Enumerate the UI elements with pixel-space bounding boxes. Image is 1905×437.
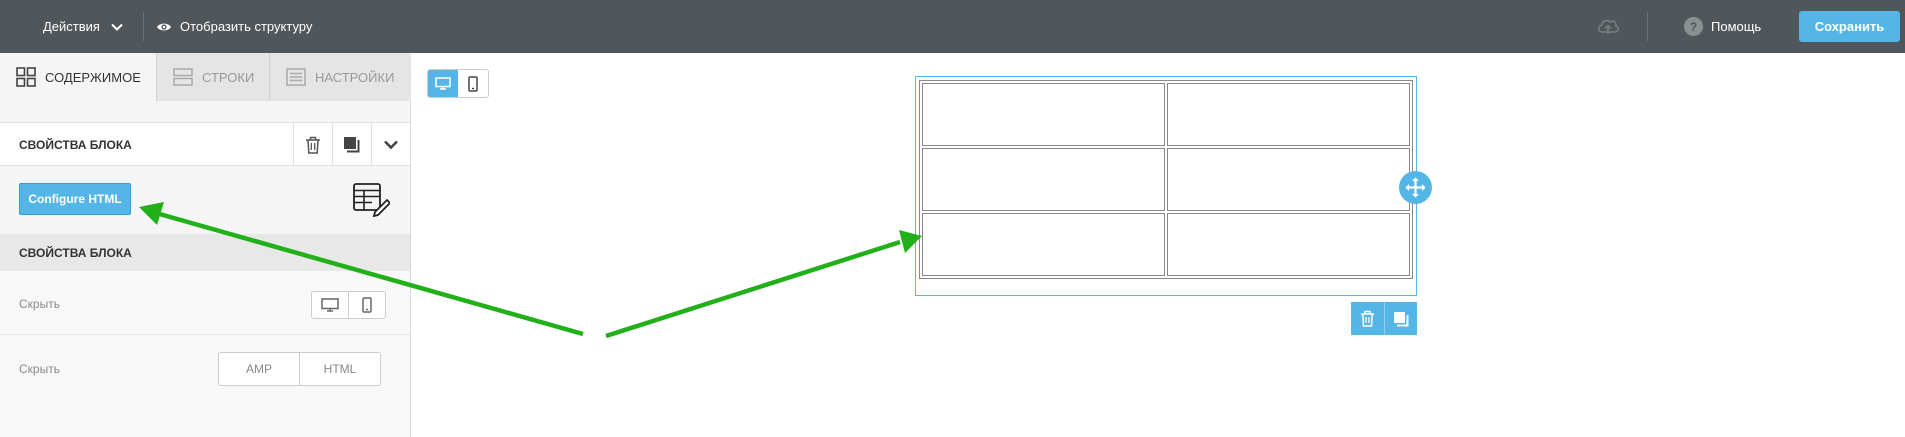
help-button[interactable]: ? Помощь bbox=[1684, 0, 1761, 53]
duplicate-button[interactable] bbox=[1384, 302, 1417, 335]
trash-icon bbox=[1361, 310, 1374, 327]
cloud-upload-icon[interactable] bbox=[1596, 15, 1620, 37]
mobile-toggle[interactable] bbox=[348, 292, 385, 318]
tab-content[interactable]: СОДЕРЖИМОЕ bbox=[0, 53, 156, 101]
hide-label: Скрыть bbox=[19, 362, 60, 376]
move-handle[interactable] bbox=[1399, 171, 1432, 204]
type-visibility-toggle: AMP HTML bbox=[218, 352, 381, 386]
table-cell[interactable] bbox=[922, 148, 1165, 211]
mobile-view-button[interactable] bbox=[458, 70, 488, 97]
table-row bbox=[922, 213, 1410, 276]
delete-block-button[interactable] bbox=[293, 123, 331, 166]
tab-settings[interactable]: НАСТРОЙКИ bbox=[269, 53, 411, 101]
settings-icon bbox=[286, 68, 306, 86]
desktop-icon bbox=[321, 298, 339, 312]
collapse-button[interactable] bbox=[371, 123, 409, 166]
table-cell[interactable] bbox=[1167, 148, 1410, 211]
toolbar-divider bbox=[1647, 12, 1648, 41]
desktop-toggle[interactable] bbox=[312, 292, 348, 318]
toolbar-divider bbox=[143, 12, 144, 41]
table-row bbox=[922, 148, 1410, 211]
block-properties-section: СВОЙСТВА БЛОКА bbox=[0, 234, 410, 271]
desktop-view-button[interactable] bbox=[428, 70, 458, 97]
tab-label: СТРОКИ bbox=[202, 69, 255, 85]
delete-button[interactable] bbox=[1351, 302, 1384, 335]
copy-icon bbox=[1394, 311, 1409, 326]
sidebar: СОДЕРЖИМОЕ СТРОКИ НАСТРОЙКИ СВОЙСТВА БЛО… bbox=[0, 53, 411, 437]
table-row bbox=[922, 83, 1410, 146]
chevron-down-icon bbox=[383, 140, 398, 149]
trash-icon bbox=[305, 136, 320, 154]
html-table-block[interactable] bbox=[915, 76, 1417, 296]
table-cell[interactable] bbox=[922, 83, 1165, 146]
view-mode-toggle bbox=[427, 69, 489, 98]
help-icon: ? bbox=[1684, 17, 1703, 36]
table-cell[interactable] bbox=[922, 213, 1165, 276]
html-table bbox=[919, 80, 1413, 279]
actions-menu[interactable]: Действия bbox=[43, 0, 124, 53]
save-button[interactable]: Сохранить bbox=[1799, 11, 1900, 42]
grid-icon bbox=[16, 67, 36, 87]
help-label: Помощь bbox=[1711, 19, 1762, 34]
hide-type-row: Скрыть AMP HTML bbox=[0, 335, 410, 437]
mobile-icon bbox=[468, 75, 478, 92]
show-structure-button[interactable]: Отобразить структуру bbox=[156, 0, 312, 53]
copy-icon bbox=[344, 137, 360, 153]
desktop-icon bbox=[435, 77, 451, 90]
tab-rows[interactable]: СТРОКИ bbox=[156, 53, 269, 101]
block-properties-header: СВОЙСТВА БЛОКА bbox=[0, 122, 410, 166]
block-properties-title: СВОЙСТВА БЛОКА bbox=[19, 138, 132, 152]
block-actions bbox=[1351, 302, 1417, 335]
chevron-down-icon bbox=[111, 23, 123, 31]
move-icon bbox=[1405, 177, 1426, 198]
eye-icon bbox=[157, 23, 171, 30]
configure-html-button[interactable]: Configure HTML bbox=[19, 183, 131, 215]
amp-option[interactable]: AMP bbox=[219, 353, 299, 385]
device-visibility-toggle bbox=[311, 291, 386, 319]
duplicate-block-button[interactable] bbox=[332, 123, 370, 166]
mobile-icon bbox=[362, 297, 372, 313]
top-bar: Действия Отобразить структуру ? Помощь С… bbox=[0, 0, 1905, 53]
sidebar-tabs: СОДЕРЖИМОЕ СТРОКИ НАСТРОЙКИ bbox=[0, 53, 411, 101]
tab-label: СОДЕРЖИМОЕ bbox=[45, 69, 141, 85]
actions-label: Действия bbox=[43, 19, 100, 34]
tab-label: НАСТРОЙКИ bbox=[315, 69, 395, 85]
table-edit-icon bbox=[353, 183, 390, 217]
rows-icon bbox=[173, 68, 193, 86]
html-option[interactable]: HTML bbox=[299, 353, 380, 385]
structure-label: Отобразить структуру bbox=[180, 19, 313, 34]
editor-canvas bbox=[411, 53, 1905, 437]
table-cell[interactable] bbox=[1167, 213, 1410, 276]
hide-label: Скрыть bbox=[19, 297, 60, 311]
hide-device-row: Скрыть bbox=[0, 271, 410, 335]
table-cell[interactable] bbox=[1167, 83, 1410, 146]
